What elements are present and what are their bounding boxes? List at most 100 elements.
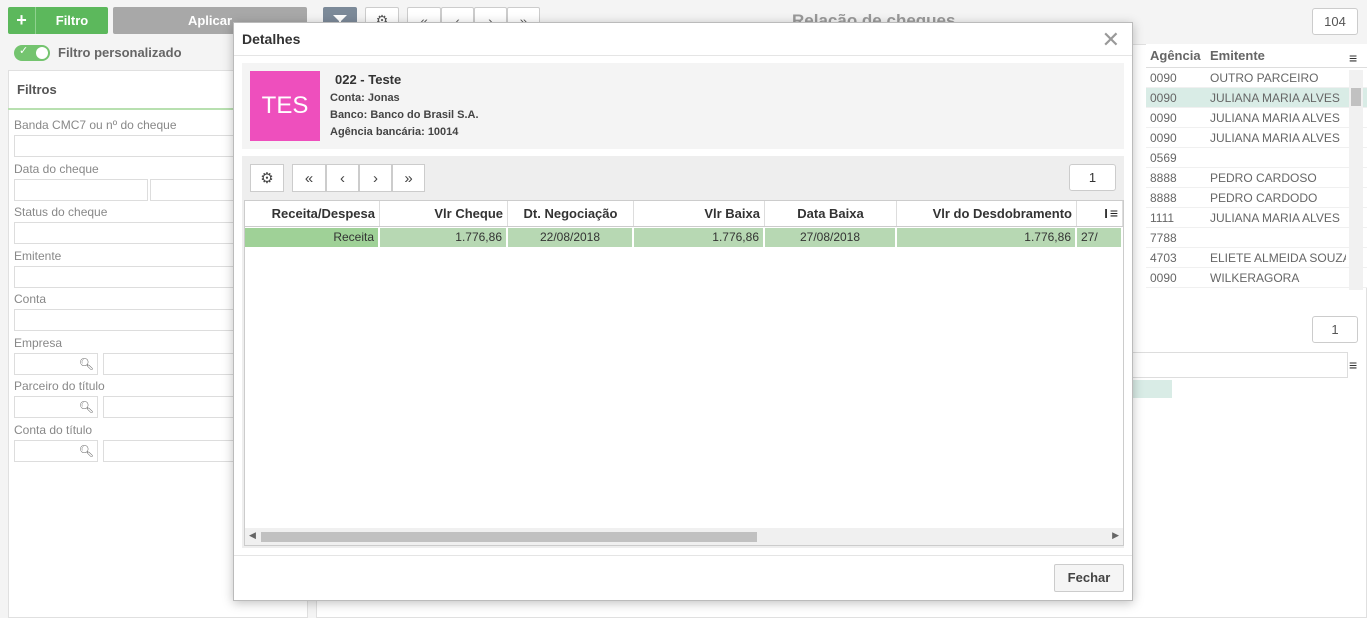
details-grid: Receita/Despesa Vlr Cheque Dt. Negociaçã… (244, 200, 1124, 546)
filter-button-label: Filtro (55, 13, 89, 28)
cell-agencia: 0090 (1150, 131, 1177, 145)
cell-emitente: JULIANA MARIA ALVES (1210, 111, 1340, 125)
scroll-left-arrow-icon[interactable]: ◀ (249, 530, 256, 541)
cmc7-input[interactable] (14, 135, 239, 157)
table-row[interactable]: 7788 (1146, 228, 1367, 248)
grid-header: Receita/Despesa Vlr Cheque Dt. Negociaçã… (245, 201, 1123, 227)
record-count-box: 104 (1312, 8, 1358, 35)
column-header-receita-despesa[interactable]: Receita/Despesa (245, 201, 380, 226)
column-header-vlr-desdobramento[interactable]: Vlr do Desdobramento (897, 201, 1077, 226)
detail-count-box: 1 (1312, 316, 1358, 343)
close-icon[interactable]: ✕ (1102, 27, 1120, 53)
conta-titulo-code-input[interactable]: 🔍︎ (14, 440, 98, 462)
column-header-vlr-baixa[interactable]: Vlr Baixa (634, 201, 765, 226)
divider (234, 55, 1132, 56)
cell-agencia: 0090 (1150, 91, 1177, 105)
scroll-thumb[interactable] (261, 532, 757, 542)
chevron-right-icon: › (373, 169, 378, 187)
column-header-agencia[interactable]: Agência (1146, 44, 1206, 67)
filter-label-conta: Conta (14, 292, 47, 306)
bg-scroll-thumb[interactable] (1351, 88, 1361, 106)
cell-agencia: 8888 (1150, 191, 1177, 205)
cell-vlr-cheque: 1.776,86 (380, 228, 508, 247)
bg-columns-menu-icon[interactable]: ≡ (1349, 50, 1357, 66)
details-modal: Detalhes ✕ TES 022 - Teste Conta: Jonas … (233, 22, 1133, 601)
search-icon[interactable]: 🔍︎ (79, 400, 94, 414)
cell-emitente: JULIANA MARIA ALVES (1210, 211, 1340, 225)
table-row[interactable]: Receita 1.776,86 22/08/2018 1.776,86 27/… (245, 228, 1123, 247)
modal-title: Detalhes (242, 31, 301, 47)
column-header-data-baixa[interactable]: Data Baixa (765, 201, 897, 226)
empresa-name-input[interactable] (103, 353, 239, 375)
conta-titulo-name-input[interactable] (103, 440, 239, 462)
cell-agencia: 0090 (1150, 111, 1177, 125)
last-page-button[interactable]: » (392, 164, 425, 192)
parceiro-name-input[interactable] (103, 396, 239, 418)
custom-filter-label: Filtro personalizado (58, 45, 182, 60)
cell-vlr-desdobramento: 1.776,86 (897, 228, 1077, 247)
status-input[interactable] (14, 222, 239, 244)
cell-emitente: JULIANA MARIA ALVES (1210, 131, 1340, 145)
columns-menu-icon[interactable]: ≡ (1107, 206, 1121, 220)
filter-label-status: Status do cheque (14, 205, 108, 219)
table-row[interactable]: 4703 ELIETE ALMEIDA SOUZA (1146, 248, 1367, 268)
conta-input[interactable] (14, 309, 239, 331)
filter-label-parceiro: Parceiro do título (14, 379, 105, 393)
account-name: 022 - Teste (335, 72, 402, 87)
cell-agencia: 0090 (1150, 271, 1177, 285)
table-row[interactable]: 0090 JULIANA MARIA ALVES (1146, 128, 1367, 148)
scroll-right-arrow-icon[interactable]: ▶ (1112, 530, 1119, 541)
custom-filter-toggle[interactable]: ✓ (14, 45, 50, 61)
account-card: TES 022 - Teste Conta: Jonas Banco: Banc… (242, 63, 1124, 149)
search-icon[interactable]: 🔍︎ (79, 444, 94, 458)
table-row[interactable]: 8888 PEDRO CARDOSO (1146, 168, 1367, 188)
double-chevron-right-icon: » (404, 169, 413, 187)
date-to-input[interactable] (150, 179, 239, 201)
emitente-input[interactable] (14, 266, 239, 288)
date-from-input[interactable] (14, 179, 148, 201)
cell-emitente (1206, 228, 1346, 247)
detail-row-selected[interactable] (1130, 380, 1172, 398)
parceiro-code-input[interactable]: 🔍︎ (14, 396, 98, 418)
table-row[interactable]: 0090 OUTRO PARCEIRO (1146, 68, 1367, 88)
details-grid-area: ⚙ « ‹ › » 1 Receita/Despesa Vlr Cheque D… (242, 156, 1124, 548)
cell-emitente: PEDRO CARDOSO (1210, 171, 1317, 185)
column-header-vlr-cheque[interactable]: Vlr Cheque (380, 201, 508, 226)
detail-columns-menu-icon[interactable]: ≡ (1349, 357, 1357, 373)
grid-settings-button[interactable]: ⚙ (250, 164, 284, 192)
filter-label-conta-titulo: Conta do título (14, 423, 93, 437)
table-row-selected[interactable]: 0090 JULIANA MARIA ALVES (1146, 88, 1367, 108)
cell-emitente (1206, 148, 1346, 167)
cell-agencia: 7788 (1150, 231, 1177, 245)
column-header-dt-negociacao[interactable]: Dt. Negociação (508, 201, 634, 226)
table-row[interactable]: 8888 PEDRO CARDODO (1146, 188, 1367, 208)
cheques-table-header: Agência Emitente (1146, 44, 1367, 68)
add-filter-button[interactable]: + Filtro (8, 7, 108, 34)
cell-agencia: 0090 (1150, 71, 1177, 85)
filter-label-data-cheque: Data do cheque (14, 162, 99, 176)
cell-emitente: WILKERAGORA (1210, 271, 1300, 285)
plus-icon: + (8, 7, 36, 34)
cell-dt-negociacao: 22/08/2018 (508, 228, 634, 247)
search-icon[interactable]: 🔍︎ (79, 357, 94, 371)
table-row[interactable]: 0569 (1146, 148, 1367, 168)
divider (234, 555, 1132, 556)
next-page-button[interactable]: › (359, 164, 392, 192)
cell-agencia: 1111 (1150, 211, 1175, 225)
column-header-emitente[interactable]: Emitente (1206, 44, 1346, 67)
chevron-left-icon: ‹ (340, 169, 345, 187)
bg-vertical-scrollbar[interactable] (1349, 70, 1363, 290)
page-number-box[interactable]: 1 (1069, 164, 1116, 191)
prev-page-button[interactable]: ‹ (326, 164, 359, 192)
cell-emitente: OUTRO PARCEIRO (1210, 71, 1319, 85)
table-row[interactable]: 0090 WILKERAGORA (1146, 268, 1367, 288)
filters-title: Filtros (17, 82, 57, 97)
table-row[interactable]: 0090 JULIANA MARIA ALVES (1146, 108, 1367, 128)
gear-icon: ⚙ (260, 170, 274, 187)
close-button[interactable]: Fechar (1054, 564, 1124, 592)
empresa-code-input[interactable]: 🔍︎ (14, 353, 98, 375)
table-row[interactable]: 1111 JULIANA MARIA ALVES (1146, 208, 1367, 228)
horizontal-scrollbar[interactable]: ◀ ▶ (245, 528, 1123, 545)
first-page-button[interactable]: « (292, 164, 326, 192)
filter-label-empresa: Empresa (14, 336, 63, 350)
